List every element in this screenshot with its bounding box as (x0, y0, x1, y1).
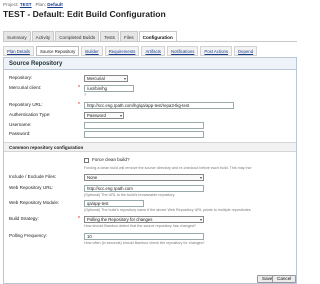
required-icon: * (78, 85, 80, 91)
breadcrumb-project-label: Project: (3, 2, 19, 7)
web-repo-url-label: Web Repository URL: (9, 185, 54, 190)
build-strategy-select[interactable]: Polling the Repository for changes ▾ (84, 216, 204, 223)
subtab-builder[interactable]: Builder (81, 46, 103, 56)
help-icon[interactable]: ? (84, 93, 89, 97)
auth-type-label: Authentication Type: (9, 112, 51, 117)
polling-frequency-help: How often (in seconds) should Bamboo che… (84, 241, 205, 245)
auth-type-select-value: Password (87, 113, 106, 118)
page-title: TEST - Default: Edit Build Configuration (3, 9, 166, 19)
subtab-plan-details[interactable]: Plan Details (3, 46, 34, 56)
force-clean-checkbox[interactable] (84, 158, 89, 163)
web-repo-module-help: (Optional) The build's repository name i… (84, 208, 251, 212)
breadcrumb-plan-label: Plan: (35, 2, 46, 7)
sub-tabs: Plan Details Source Repository Builder R… (3, 46, 258, 56)
repository-select[interactable]: Mercurial ▾ (84, 75, 128, 82)
subtab-notifications[interactable]: Notifications (166, 46, 199, 56)
subtab-requirements[interactable]: Requirements (104, 46, 140, 56)
cancel-button[interactable]: Cancel (272, 275, 296, 283)
password-label: Password: (9, 131, 31, 136)
repository-select-value: Mercurial (87, 76, 105, 81)
polling-frequency-label: Polling Frequency: (9, 233, 48, 238)
polling-frequency-input[interactable]: 10 (84, 233, 204, 240)
main-tabs-divider (3, 41, 297, 42)
web-repo-url-input[interactable]: http://scc.eng.rpath.com (84, 185, 204, 192)
include-exclude-select[interactable]: None ▾ (84, 174, 204, 181)
subtab-artifacts[interactable]: Artifacts (141, 46, 165, 56)
password-input[interactable] (84, 131, 204, 138)
auth-type-select[interactable]: Password ▾ (84, 112, 124, 119)
breadcrumb-plan-link[interactable]: Default (47, 2, 63, 7)
source-repository-panel: Source Repository Repository: Mercurial … (3, 57, 297, 284)
chevron-down-icon: ▾ (123, 76, 126, 81)
web-repo-module-input[interactable]: qa/app-test (84, 200, 144, 207)
chevron-down-icon: ▾ (199, 217, 202, 222)
chevron-down-icon: ▾ (199, 175, 202, 180)
common-config-header: Common repository configuration (4, 142, 296, 152)
subtab-source-repository[interactable]: Source Repository (35, 46, 80, 56)
build-strategy-select-value: Polling the Repository for changes (87, 217, 153, 222)
required-icon: * (78, 216, 80, 222)
required-icon: * (78, 102, 80, 108)
breadcrumb-project-link[interactable]: TEST (20, 2, 32, 7)
repository-url-label: Repository URL: (9, 102, 43, 107)
breadcrumb: Project: TEST Plan: Default (3, 2, 63, 7)
subtab-dependencies[interactable]: Depend (234, 46, 258, 56)
web-repo-url-help: (Optional) The URL to the build's browse… (84, 193, 176, 197)
force-clean-help: Forcing a clean build will remove the so… (84, 166, 252, 170)
web-repo-module-label: Web Repository Module: (9, 200, 60, 205)
mercurial-client-label: Mercurial client: (9, 85, 42, 90)
repository-url-input[interactable]: http://scc.eng.rpath.com/hg/qa/app-test/… (84, 102, 234, 109)
repository-label: Repository: (9, 75, 33, 80)
username-input[interactable] (84, 122, 204, 129)
include-exclude-select-value: None (87, 175, 98, 180)
username-label: Username: (9, 122, 32, 127)
include-exclude-label: Include / Exclude Files: (9, 174, 57, 179)
force-clean-label: Force clean build? (92, 157, 130, 162)
subtab-post-actions[interactable]: Post Actions (200, 46, 233, 56)
build-strategy-help: How should Bamboo detect that the source… (84, 224, 196, 228)
mercurial-client-input[interactable]: /usr/bin/hg (84, 85, 134, 92)
build-strategy-label: Build Strategy: (9, 216, 39, 221)
chevron-down-icon: ▾ (119, 113, 122, 118)
panel-title: Source Repository (4, 58, 296, 70)
